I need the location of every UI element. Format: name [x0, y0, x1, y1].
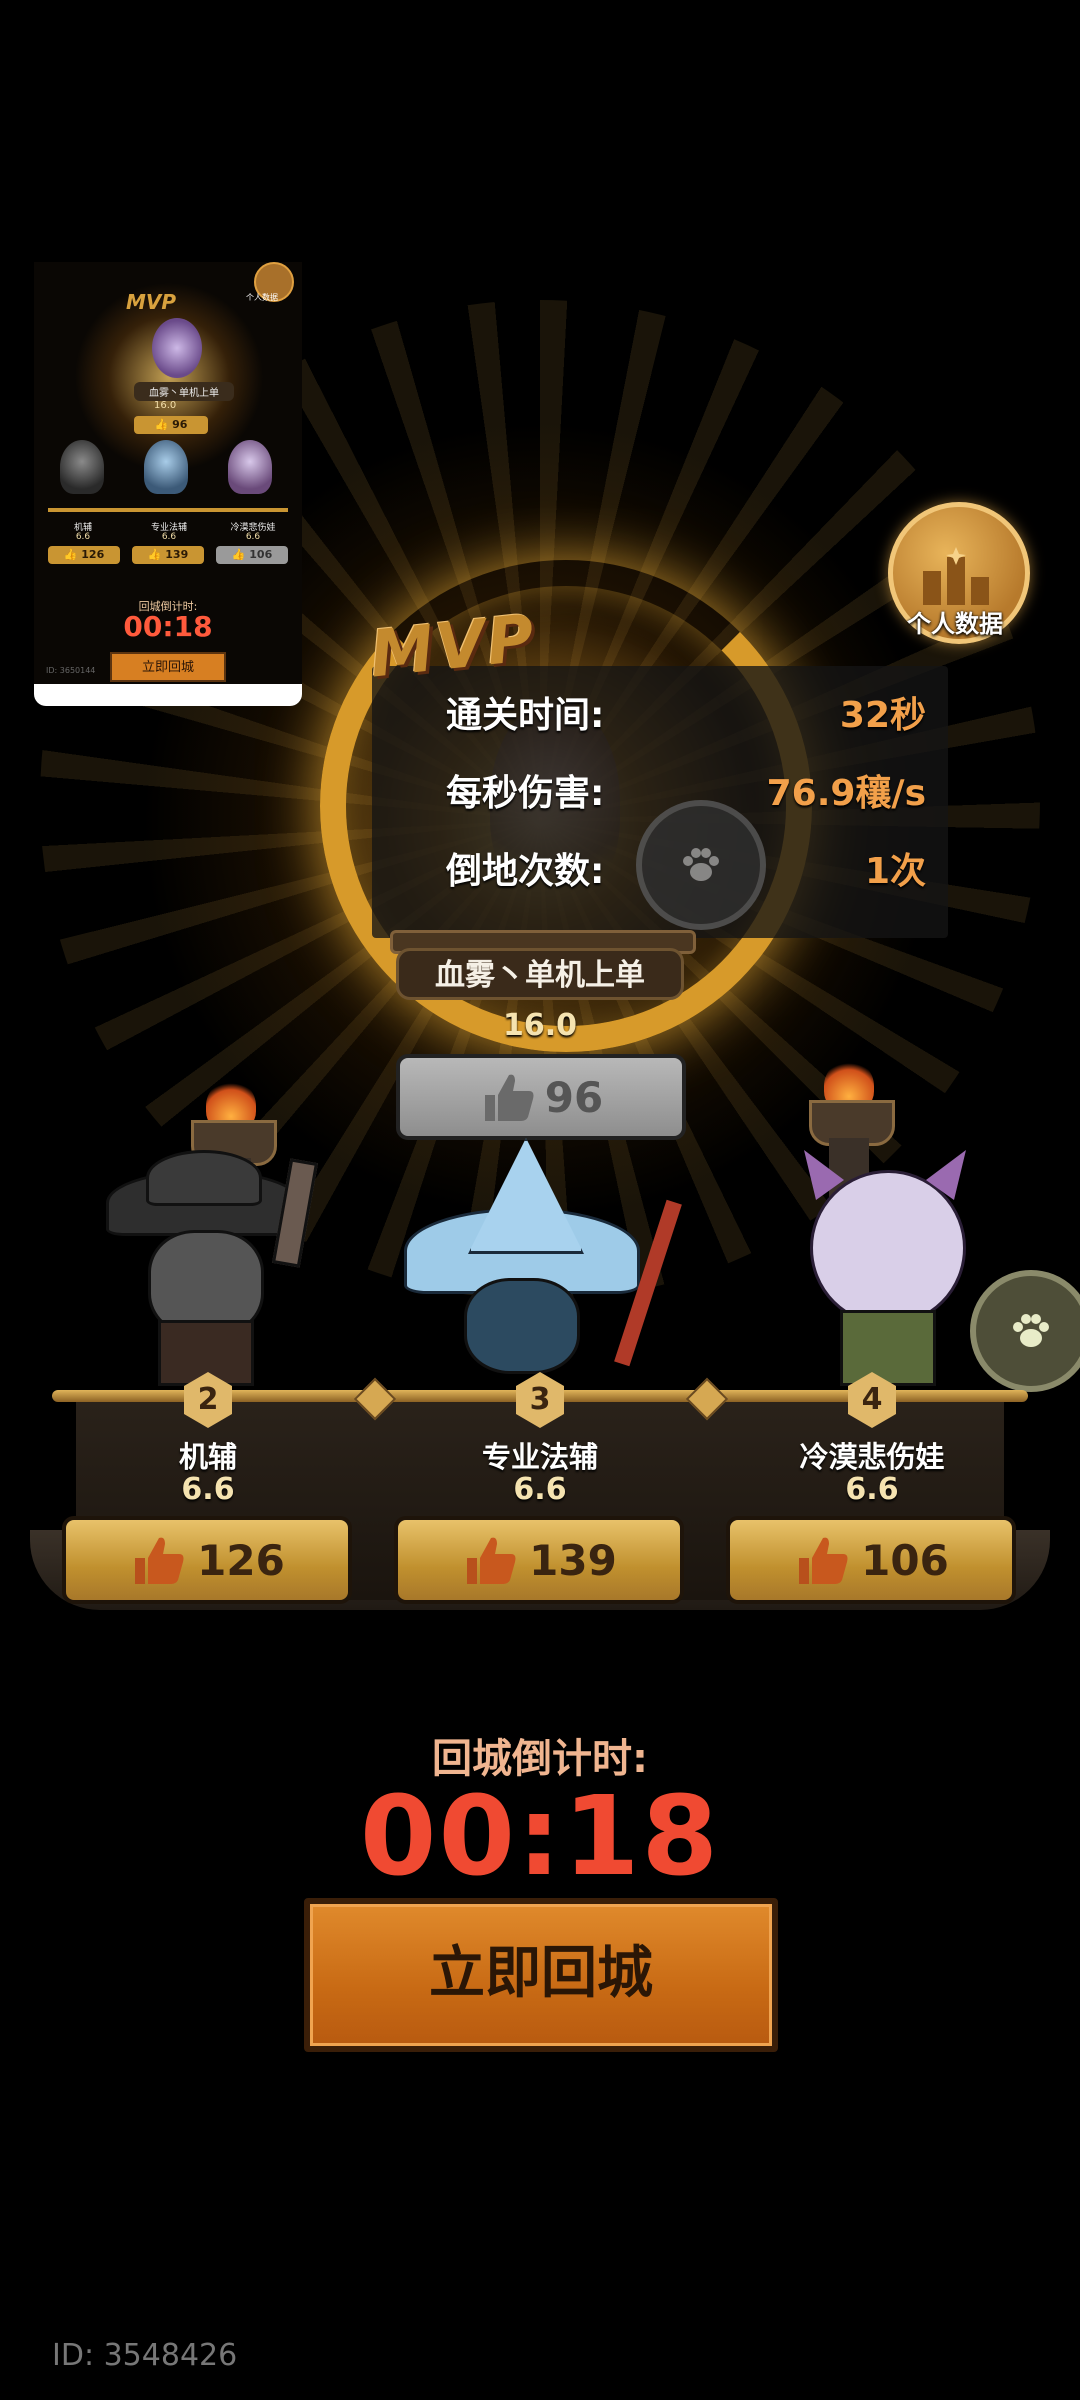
- player-score: 6.6: [845, 1472, 899, 1507]
- stat-row-clear-time: 通关时间: 32秒: [446, 686, 926, 746]
- personal-data-label[interactable]: 个人数据: [860, 604, 1050, 639]
- player-score: 6.6: [513, 1472, 567, 1507]
- thumbnail-mvp-score: 16.0: [154, 400, 177, 411]
- thumbs-up-icon: [467, 1537, 516, 1584]
- mvp-like-button[interactable]: 96: [396, 1054, 686, 1140]
- stat-value: 32秒: [839, 695, 926, 736]
- player-character-gunner: [96, 1150, 318, 1386]
- bar-chart-icon: [923, 547, 989, 605]
- thumbnail-mvp-logo: MVP: [126, 290, 177, 314]
- thumbs-up-icon: [484, 1074, 534, 1121]
- like-count: 106: [861, 1535, 949, 1585]
- thumbnail-like-button: 👍 126: [48, 546, 120, 564]
- thumbnail-player-score: 6.6: [161, 532, 177, 542]
- thumbnail-return-button: 立即回城: [110, 652, 226, 682]
- thumbnail-like-button: 👍 139: [132, 546, 204, 564]
- thumbnail-id: ID: 3650144: [46, 666, 96, 675]
- thumbnail-player-character: [60, 440, 104, 494]
- countdown-timer: 00:18: [359, 1772, 721, 1900]
- stat-value: 1次: [864, 851, 926, 892]
- stat-value: 76.9穰/s: [766, 773, 926, 814]
- thumbnail-mvp-likes: 96: [172, 418, 188, 431]
- thumbs-up-icon: 👍: [154, 418, 169, 431]
- thumbnail-preview[interactable]: 个人数据 MVP 血雾丶单机上单 16.0 👍 96 机辅 专业法辅 冷漠悲伤娃…: [34, 262, 302, 706]
- thumbnail-mvp-character: [152, 318, 202, 378]
- player-name: 冷漠悲伤娃: [799, 1440, 945, 1474]
- player-score: 6.6: [181, 1472, 235, 1507]
- stat-label: 每秒伤害:: [446, 773, 605, 814]
- paw-icon: [683, 848, 719, 881]
- thumbnail-stage-rail: [48, 508, 288, 512]
- mvp-like-count: 96: [544, 1072, 604, 1122]
- thumbnail-like-count: 106: [249, 548, 273, 561]
- thumbnail-like-count: 126: [81, 548, 105, 561]
- thumbs-up-icon: [799, 1537, 848, 1584]
- like-button-player-4[interactable]: 106: [726, 1516, 1016, 1604]
- like-count: 139: [529, 1535, 617, 1585]
- stat-label: 通关时间:: [446, 695, 605, 736]
- return-to-town-button[interactable]: 立即回城: [304, 1898, 778, 2052]
- thumbnail-countdown: 00:18: [123, 610, 213, 643]
- thumbs-up-icon: 👍: [147, 548, 162, 561]
- like-count: 126: [197, 1535, 285, 1585]
- thumbs-up-icon: 👍: [63, 548, 78, 561]
- player-name: 专业法辅: [481, 1440, 598, 1474]
- thumbnail-player-character: [144, 440, 188, 494]
- thumbnail-like-count: 139: [165, 548, 189, 561]
- thumbnail-player-score: 6.6: [245, 532, 261, 542]
- mvp-pet-badge: [636, 800, 766, 930]
- thumbnail-like-button: 👍 106: [216, 546, 288, 564]
- thumbs-up-icon: 👍: [231, 548, 246, 561]
- like-button-player-2[interactable]: 126: [62, 1516, 352, 1604]
- player-character-mage: [404, 1138, 682, 1374]
- player-character-catgirl: [770, 1150, 1080, 1392]
- thumbs-up-icon: [135, 1537, 184, 1584]
- mvp-score: 16.0: [502, 1008, 578, 1043]
- thumbnail-personal-data-label: 个人数据: [246, 293, 278, 302]
- stat-label: 倒地次数:: [446, 851, 605, 892]
- thumbnail-mvp-like: 👍 96: [134, 416, 208, 434]
- mvp-player-name: 血雾丶单机上单: [396, 948, 684, 1000]
- like-button-player-3[interactable]: 139: [394, 1516, 684, 1604]
- thumbnail-mvp-name: 血雾丶单机上单: [134, 382, 234, 401]
- player-id: ID: 3548426: [52, 2338, 238, 2373]
- thumbnail-player-character: [228, 440, 272, 494]
- player-name: 机辅: [178, 1440, 237, 1474]
- thumbnail-player-score: 6.6: [75, 532, 91, 542]
- paw-icon: [1013, 1314, 1049, 1347]
